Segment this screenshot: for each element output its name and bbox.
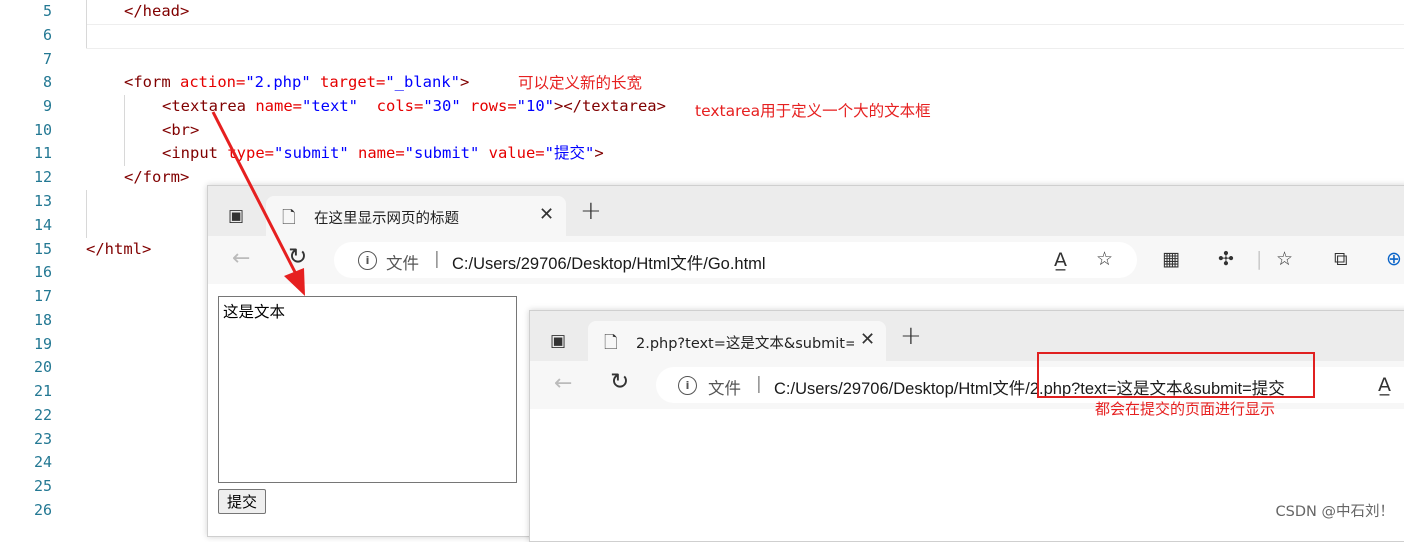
arrow-head	[284, 268, 305, 296]
annotation-arrow	[211, 111, 305, 296]
watermark: CSDN @中石刘！	[1275, 504, 1394, 520]
arrow-shaft	[211, 111, 300, 279]
